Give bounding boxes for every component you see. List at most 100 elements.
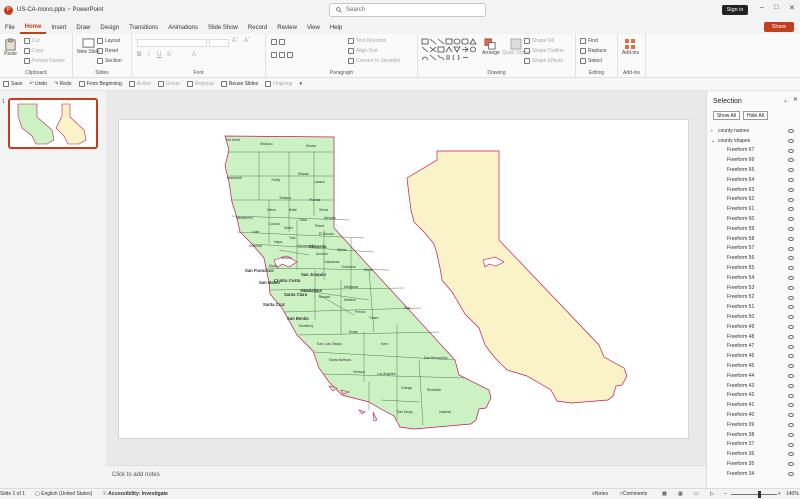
section-button[interactable]: Section: [97, 58, 122, 64]
eye-icon[interactable]: [788, 266, 794, 271]
county-label-alameda[interactable]: Alameda: [309, 244, 326, 249]
county-label-sierra[interactable]: Sierra: [319, 208, 328, 212]
save-button[interactable]: Save: [3, 81, 22, 87]
arrange-button[interactable]: Arrange: [482, 38, 500, 56]
eye-icon[interactable]: [788, 364, 794, 369]
county-label-shasta[interactable]: Shasta: [298, 172, 309, 176]
comments-toggle[interactable]: □ Comments: [620, 491, 647, 497]
county-label-santa-cruz[interactable]: Santa Cruz: [263, 302, 285, 307]
selection-item-row[interactable]: Freeform 45: [711, 361, 797, 371]
tab-file[interactable]: File: [0, 21, 20, 34]
tab-design[interactable]: Design: [95, 21, 124, 34]
tab-draw[interactable]: Draw: [71, 21, 95, 34]
find-button[interactable]: Find: [580, 38, 598, 44]
county-label-santa-clara[interactable]: Santa Clara: [284, 292, 307, 297]
selection-item-row[interactable]: Freeform 40: [711, 410, 797, 420]
customize-qat-icon[interactable]: ▾: [299, 81, 302, 87]
county-label-kings[interactable]: Kings: [349, 330, 357, 334]
county-label-riverside[interactable]: Riverside: [427, 388, 441, 392]
font-color-icon[interactable]: A: [192, 52, 196, 58]
county-label-amador[interactable]: Amador: [316, 252, 328, 256]
county-label-sonoma[interactable]: Sonoma: [249, 244, 262, 248]
county-label-ventura[interactable]: Ventura: [353, 370, 365, 374]
county-label-napa[interactable]: Napa: [274, 240, 282, 244]
minimize-icon[interactable]: –: [760, 4, 764, 11]
maximize-icon[interactable]: □: [774, 4, 778, 11]
slideshow-view-icon[interactable]: ▷: [710, 491, 714, 497]
county-label-yuba[interactable]: Yuba: [299, 218, 307, 222]
eye-icon[interactable]: [788, 315, 794, 320]
county-label-el-dorado[interactable]: El Dorado: [319, 232, 334, 236]
ungroup-button[interactable]: Ungroup: [265, 81, 292, 87]
selection-item-row[interactable]: Freeform 38: [711, 430, 797, 440]
selection-item-row[interactable]: Freeform 48: [711, 332, 797, 342]
selection-item-row[interactable]: Freeform 63: [711, 185, 797, 195]
zoom-level[interactable]: 140%: [786, 491, 799, 497]
eye-icon[interactable]: [788, 393, 794, 398]
county-label-alpine[interactable]: Alpine: [337, 248, 346, 252]
hide-all-button[interactable]: Hide All: [743, 111, 768, 120]
show-all-button[interactable]: Show All: [713, 111, 740, 120]
eye-icon[interactable]: [788, 177, 794, 182]
eye-icon[interactable]: [788, 432, 794, 437]
selection-item-row[interactable]: Freeform 37: [711, 440, 797, 450]
tab-review[interactable]: Review: [272, 21, 302, 34]
chevron-right-icon[interactable]: ›: [711, 128, 718, 134]
selection-group-row[interactable]: › county names: [711, 126, 797, 136]
eye-icon[interactable]: [788, 344, 794, 349]
county-label-kern[interactable]: Kern: [381, 342, 388, 346]
county-label-placer[interactable]: Placer: [315, 224, 325, 228]
eye-icon[interactable]: [788, 295, 794, 300]
county-label-siskiyou[interactable]: Siskiyou: [260, 142, 273, 146]
eye-icon[interactable]: [788, 354, 794, 359]
eye-icon[interactable]: [788, 129, 794, 133]
selection-item-row[interactable]: Freeform 60: [711, 214, 797, 224]
reset-button[interactable]: Reset: [97, 48, 118, 54]
eye-icon[interactable]: [788, 334, 794, 339]
county-label-orange[interactable]: Orange: [401, 386, 412, 390]
sign-in-button[interactable]: Sign in: [722, 5, 748, 15]
redo-button[interactable]: ↷ Redo: [54, 81, 72, 87]
selection-item-row[interactable]: Freeform 51: [711, 302, 797, 312]
selection-item-row[interactable]: Freeform 58: [711, 234, 797, 244]
selection-item-row[interactable]: Freeform 43: [711, 381, 797, 391]
county-label-solano[interactable]: Solano: [281, 256, 292, 260]
undo-button[interactable]: ↶ Undo: [29, 81, 47, 87]
copy-button[interactable]: Copy: [24, 48, 44, 54]
county-label-mariposa[interactable]: Mariposa: [344, 285, 358, 289]
selection-item-row[interactable]: Freeform 55: [711, 263, 797, 273]
county-label-trinity[interactable]: Trinity: [271, 178, 280, 182]
accessibility-status[interactable]: ☉ Accessibility: Investigate: [102, 491, 168, 497]
selection-item-row[interactable]: Freeform 47: [711, 342, 797, 352]
align-left-icon[interactable]: [271, 52, 295, 58]
tab-record[interactable]: Record: [243, 21, 272, 34]
eye-icon[interactable]: [788, 373, 794, 378]
eye-icon[interactable]: [788, 383, 794, 388]
selection-item-row[interactable]: Freeform 62: [711, 195, 797, 205]
county-label-merced[interactable]: Merced: [319, 295, 330, 299]
selection-item-row[interactable]: Freeform 57: [711, 244, 797, 254]
selection-item-row[interactable]: Freeform 52: [711, 293, 797, 303]
language-status[interactable]: ▢ English (United States): [35, 491, 92, 497]
county-label-san-benito[interactable]: San Benito: [287, 316, 309, 321]
group-button[interactable]: Group: [157, 81, 180, 87]
cut-button[interactable]: Cut: [24, 38, 40, 44]
bold-icon[interactable]: B: [137, 52, 141, 58]
eye-icon[interactable]: [788, 324, 794, 329]
selection-item-row[interactable]: Freeform 35: [711, 459, 797, 469]
underline-icon[interactable]: U: [157, 52, 161, 58]
selection-item-row[interactable]: Freeform 49: [711, 322, 797, 332]
eye-icon[interactable]: [788, 207, 794, 212]
county-label-imperial[interactable]: Imperial: [439, 410, 451, 414]
county-label-butte[interactable]: Butte: [289, 208, 297, 212]
eye-icon[interactable]: [788, 422, 794, 427]
selection-item-row[interactable]: Freeform 65: [711, 165, 797, 175]
increase-font-size-icon[interactable]: Aˆ: [232, 38, 238, 44]
selection-item-row[interactable]: Freeform 42: [711, 391, 797, 401]
shapes-gallery[interactable]: [421, 38, 477, 62]
eye-icon[interactable]: [788, 442, 794, 447]
county-label-sutter[interactable]: Sutter: [284, 226, 293, 230]
from-beginning-button[interactable]: From Beginning: [78, 81, 122, 87]
county-label-mono[interactable]: Mono: [364, 268, 372, 272]
search-input[interactable]: Search: [329, 3, 486, 17]
